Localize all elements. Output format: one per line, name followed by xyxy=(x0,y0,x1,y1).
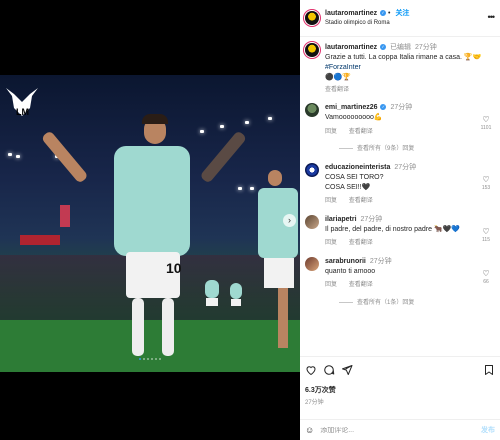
translate-link[interactable]: 查看翻译 xyxy=(325,86,485,95)
comment-text: quanto ti amooo xyxy=(325,268,376,276)
comment-text: COSA SEI!!🖤 xyxy=(325,184,371,192)
more-options-icon[interactable]: ••• xyxy=(488,12,496,22)
comment-row: ilariapetri 27分钟 Il padre, del padre, di… xyxy=(305,215,495,248)
carousel-dots xyxy=(139,358,161,360)
stadium-light xyxy=(268,117,272,120)
heart-icon[interactable] xyxy=(305,364,317,376)
post-media[interactable]: 10 LM › xyxy=(0,0,300,440)
separator-dot: • xyxy=(388,10,391,18)
comment-like-icon[interactable]: ♡ xyxy=(479,227,493,236)
view-replies-link[interactable]: 查看所有（1条）回复 xyxy=(339,299,485,308)
translate-link[interactable]: 查看翻译 xyxy=(349,240,373,246)
comment-like-icon[interactable]: ♡ xyxy=(479,115,493,124)
commenter-username[interactable]: emi_martinez26 xyxy=(325,104,378,111)
post-time[interactable]: 27分钟 xyxy=(305,397,495,406)
verified-icon: ✓ xyxy=(380,104,387,111)
author-avatar[interactable] xyxy=(305,11,319,25)
comment-time: 27分钟 xyxy=(394,163,417,171)
comment-like-icon[interactable]: ♡ xyxy=(479,269,493,278)
comment-row: educazioneinterista 27分钟 COSA SEI TORO? C… xyxy=(305,162,495,206)
reply-button[interactable]: 回复 xyxy=(325,282,337,288)
caption-avatar[interactable] xyxy=(305,43,319,57)
stadium-light xyxy=(245,121,249,124)
post-header: lautaromartinez ✓ • 关注 Stadio olimpico d… xyxy=(300,0,500,37)
comment-row: emi_martinez26 ✓ 27分钟 Vamooooooooo💪 回复 查… xyxy=(305,103,495,154)
comment-text: COSA SEI TORO? xyxy=(325,174,384,182)
comment-like-count: 153 xyxy=(481,184,491,191)
carousel-dot xyxy=(147,358,149,360)
post-photo[interactable]: 10 xyxy=(0,75,300,372)
comment-like-count: 1101 xyxy=(480,125,492,132)
likes-count[interactable]: 6.3万次赞 xyxy=(305,385,495,395)
comment-like-count: 115 xyxy=(482,237,490,244)
author-username[interactable]: lautaromartinez xyxy=(325,10,377,17)
verified-icon: ✓ xyxy=(380,10,387,17)
caption-text: Grazie a tutti. La coppa Italia rimane a… xyxy=(325,54,464,62)
stadium-light xyxy=(8,153,12,156)
commenter-avatar[interactable] xyxy=(305,162,319,177)
hashtag-link[interactable]: #ForzaInter xyxy=(325,64,361,71)
edited-label: 已编辑 xyxy=(390,44,412,51)
verified-icon: ✓ xyxy=(380,44,387,51)
svg-text:LM: LM xyxy=(16,107,29,117)
teammate-player xyxy=(252,170,300,370)
next-slide-button[interactable]: › xyxy=(283,214,296,227)
ad-banner xyxy=(20,235,60,245)
comment-row: sarabrunorii 27分钟 quanto ti amooo 回复 查看翻… xyxy=(305,256,495,308)
commenter-avatar[interactable] xyxy=(305,256,319,271)
commenter-avatar[interactable] xyxy=(305,103,319,118)
commenter-username[interactable]: educazioneinterista xyxy=(325,164,390,171)
post-panel: lautaromartinez ✓ • 关注 Stadio olimpico d… xyxy=(300,0,500,440)
comment-time: 27分钟 xyxy=(369,257,392,265)
add-comment-bar: ☺ 发布 xyxy=(300,419,500,440)
comment-time: 27分钟 xyxy=(390,104,413,112)
reply-button[interactable]: 回复 xyxy=(325,240,337,246)
shorts-number: 10 xyxy=(166,260,182,276)
carousel-dot xyxy=(143,358,145,360)
carousel-dot xyxy=(151,358,153,360)
post-comment-button[interactable]: 发布 xyxy=(481,425,495,435)
bookmark-icon[interactable] xyxy=(483,364,495,376)
translate-link[interactable]: 查看翻译 xyxy=(349,198,373,204)
main-player: 10 xyxy=(40,100,248,370)
translate-link[interactable]: 查看翻译 xyxy=(349,282,373,288)
comments-list[interactable]: lautaromartinez ✓ 已编辑 27分钟 Grazie a tutt… xyxy=(300,38,500,356)
comment-like-count: 66 xyxy=(483,278,489,285)
commenter-username[interactable]: ilariapetri xyxy=(325,216,357,223)
reply-button[interactable]: 回复 xyxy=(325,198,337,204)
stadium-light xyxy=(16,155,20,158)
caption-emoji: 🏆🤝 xyxy=(463,54,482,62)
caption-emoji-line: ⚫🔵🏆 xyxy=(325,74,352,82)
emoji-icon[interactable]: ☺ xyxy=(305,425,314,435)
caption: lautaromartinez ✓ 已编辑 27分钟 Grazie a tutt… xyxy=(305,43,495,94)
translate-link[interactable]: 查看翻译 xyxy=(349,129,373,135)
view-replies-link[interactable]: 查看所有（9条）回复 xyxy=(339,145,485,154)
comment-icon[interactable] xyxy=(323,364,335,376)
carousel-dot xyxy=(155,358,157,360)
caption-username[interactable]: lautaromartinez xyxy=(325,44,377,51)
brand-logo: LM xyxy=(6,88,38,117)
action-bar: 6.3万次赞 27分钟 xyxy=(300,356,500,418)
commenter-username[interactable]: sarabrunorii xyxy=(325,258,366,265)
carousel-dot xyxy=(159,358,161,360)
comment-text: Il padre, del padre, di nostro padre 🐂🖤💙 xyxy=(325,226,461,234)
caption-time: 27分钟 xyxy=(414,44,437,51)
reply-button[interactable]: 回复 xyxy=(325,129,337,135)
follow-button[interactable]: 关注 xyxy=(395,10,409,17)
commenter-avatar[interactable] xyxy=(305,215,319,230)
comment-input[interactable] xyxy=(320,426,481,434)
comment-text: Vamooooooooo💪 xyxy=(325,114,383,122)
comment-time: 27分钟 xyxy=(360,216,383,224)
location-link[interactable]: Stadio olimpico di Roma xyxy=(325,19,409,27)
carousel-dot xyxy=(139,358,141,360)
share-icon[interactable] xyxy=(341,364,353,376)
comment-like-icon[interactable]: ♡ xyxy=(479,175,493,184)
